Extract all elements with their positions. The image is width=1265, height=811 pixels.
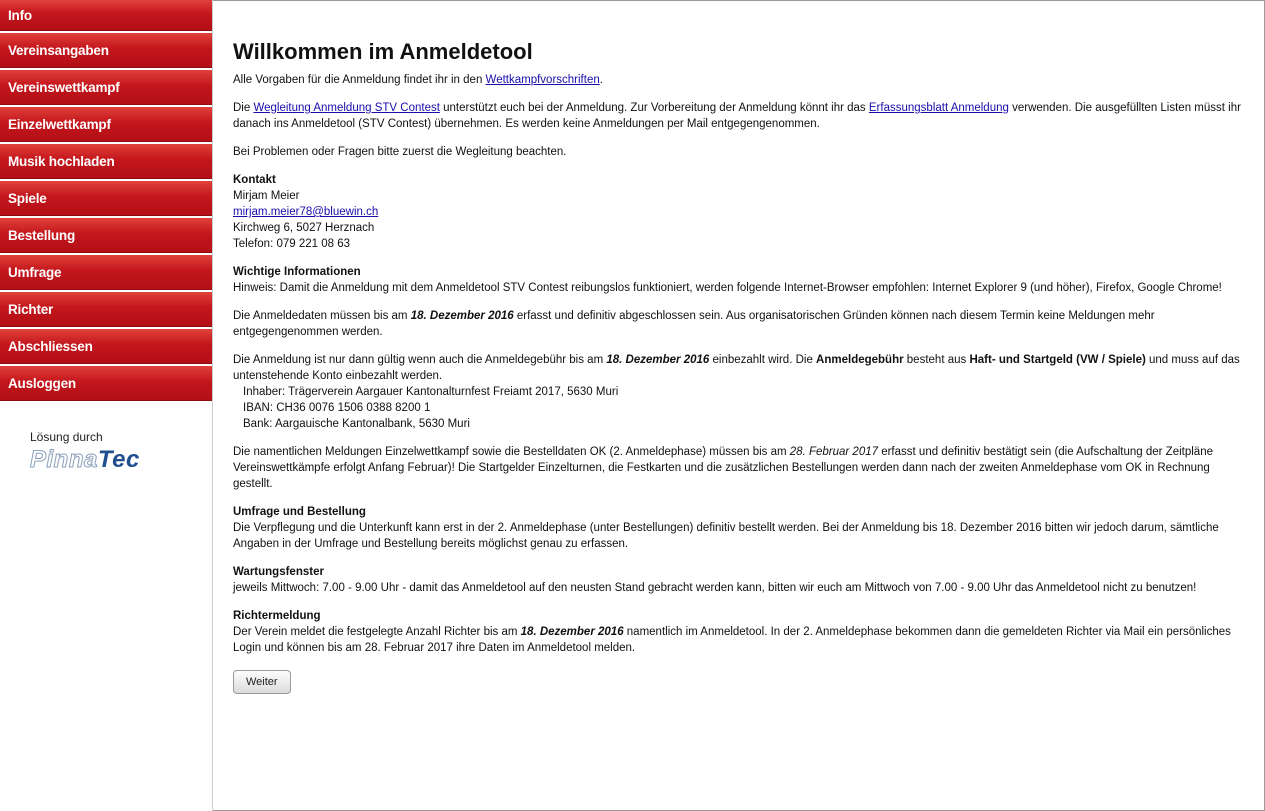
phase2-text-start: Die namentlichen Meldungen Einzelwettkam…	[233, 446, 790, 458]
wettkampfvorschriften-link[interactable]: Wettkampfvorschriften	[486, 74, 600, 86]
fee-bold-term: Anmeldegebühr	[816, 354, 904, 366]
fee-paragraph: Die Anmeldung ist nur dann gültig wenn a…	[233, 352, 1251, 432]
bank-owner: Inhaber: Trägerverein Aargauer Kantonalt…	[243, 386, 619, 398]
sidebar-item-richter[interactable]: Richter	[0, 292, 212, 327]
contact-title: Kontakt	[233, 174, 276, 186]
bank-iban: IBAN: CH36 0076 1506 0388 8200 1	[243, 402, 431, 414]
logo-text-part1: Pinna	[30, 446, 98, 474]
pinnatec-logo[interactable]: PinnaTec	[30, 446, 140, 474]
contact-name: Mirjam Meier	[233, 190, 300, 202]
problems-paragraph: Bei Problemen oder Fragen bitte zuerst d…	[233, 146, 567, 158]
sidebar-item-umfrage[interactable]: Umfrage	[0, 255, 212, 290]
guide-paragraph: Die Wegleitung Anmeldung STV Contest unt…	[233, 100, 1251, 132]
sidebar-item-einzelwettkampf[interactable]: Einzelwettkampf	[0, 107, 212, 142]
sidebar-item-vereinswettkampf[interactable]: Vereinswettkampf	[0, 70, 212, 105]
judges-section: Richtermeldung Der Verein meldet die fes…	[233, 608, 1251, 656]
guide-text-start: Die	[233, 102, 254, 114]
intro-paragraph: Alle Vorgaben für die Anmeldung findet i…	[233, 72, 1251, 88]
sidebar-item-ausloggen[interactable]: Ausloggen	[0, 366, 212, 401]
maintenance-title: Wartungsfenster	[233, 566, 324, 578]
phase2-date: 28. Februar 2017	[789, 446, 879, 458]
judges-title: Richtermeldung	[233, 610, 321, 622]
fee-text-start: Die Anmeldung ist nur dann gültig wenn a…	[233, 354, 607, 366]
sidebar-item-spiele[interactable]: Spiele	[0, 181, 212, 216]
info-title: Wichtige Informationen	[233, 266, 361, 278]
contact-phone: Telefon: 079 221 08 63	[233, 238, 351, 250]
fee-date: 18. Dezember 2016	[606, 354, 710, 366]
deadline-paragraph: Die Anmeldedaten müssen bis am 18. Dezem…	[233, 308, 1251, 340]
sidebar-item-vereinsangaben[interactable]: Vereinsangaben	[0, 33, 212, 68]
next-button[interactable]: Weiter	[233, 670, 291, 694]
info-section: Wichtige Informationen Hinweis: Damit di…	[233, 264, 1251, 296]
survey-text: Die Verpflegung und die Unterkunft kann …	[233, 522, 1219, 550]
deadline-date: 18. Dezember 2016	[410, 310, 514, 322]
contact-address: Kirchweg 6, 5027 Herznach	[233, 222, 375, 234]
bank-name: Bank: Aargauische Kantonalbank, 5630 Mur…	[243, 418, 470, 430]
sidebar: Info Vereinsangaben Vereinswettkampf Ein…	[0, 0, 213, 811]
sidebar-item-musik-hochladen[interactable]: Musik hochladen	[0, 144, 212, 179]
erfassungsblatt-link[interactable]: Erfassungsblatt Anmeldung	[869, 102, 1009, 114]
sidebar-nav: Info Vereinsangaben Vereinswettkampf Ein…	[0, 0, 212, 401]
judges-date: 18. Dezember 2016	[520, 626, 624, 638]
sidebar-item-bestellung[interactable]: Bestellung	[0, 218, 212, 253]
contact-email-link[interactable]: mirjam.meier78@bluewin.ch	[233, 204, 378, 220]
intro-text-end: .	[599, 74, 603, 86]
fee-text-mid2: besteht aus	[903, 354, 970, 366]
maintenance-text: jeweils Mittwoch: 7.00 - 9.00 Uhr - dami…	[233, 582, 1197, 594]
survey-title: Umfrage und Bestellung	[233, 506, 366, 518]
contact-section: Kontakt Mirjam Meier mirjam.meier78@blue…	[233, 172, 1251, 252]
intro-text: Alle Vorgaben für die Anmeldung findet i…	[233, 74, 486, 86]
sidebar-item-abschliessen[interactable]: Abschliessen	[0, 329, 212, 364]
maintenance-section: Wartungsfenster jeweils Mittwoch: 7.00 -…	[233, 564, 1251, 596]
judges-text-start: Der Verein meldet die festgelegte Anzahl…	[233, 626, 521, 638]
guide-text-mid: unterstützt euch bei der Anmeldung. Zur …	[439, 102, 869, 114]
fee-bold-detail: Haft- und Startgeld (VW / Spiele)	[969, 354, 1146, 366]
sidebar-item-info[interactable]: Info	[0, 0, 212, 31]
logo-text-part2: Tec	[97, 446, 140, 473]
deadline-text-start: Die Anmeldedaten müssen bis am	[233, 310, 411, 322]
fee-text-mid: einbezahlt wird. Die	[709, 354, 817, 366]
page-title: Willkommen im Anmeldetool	[233, 39, 533, 64]
solution-label: Lösung durch	[30, 430, 103, 444]
phase2-paragraph: Die namentlichen Meldungen Einzelwettkam…	[233, 444, 1251, 492]
info-text: Hinweis: Damit die Anmeldung mit dem Anm…	[233, 282, 1222, 294]
main-content: Willkommen im Anmeldetool Alle Vorgaben …	[233, 30, 1251, 694]
wegleitung-link[interactable]: Wegleitung Anmeldung STV Contest	[253, 102, 439, 114]
survey-section: Umfrage und Bestellung Die Verpflegung u…	[233, 504, 1251, 552]
